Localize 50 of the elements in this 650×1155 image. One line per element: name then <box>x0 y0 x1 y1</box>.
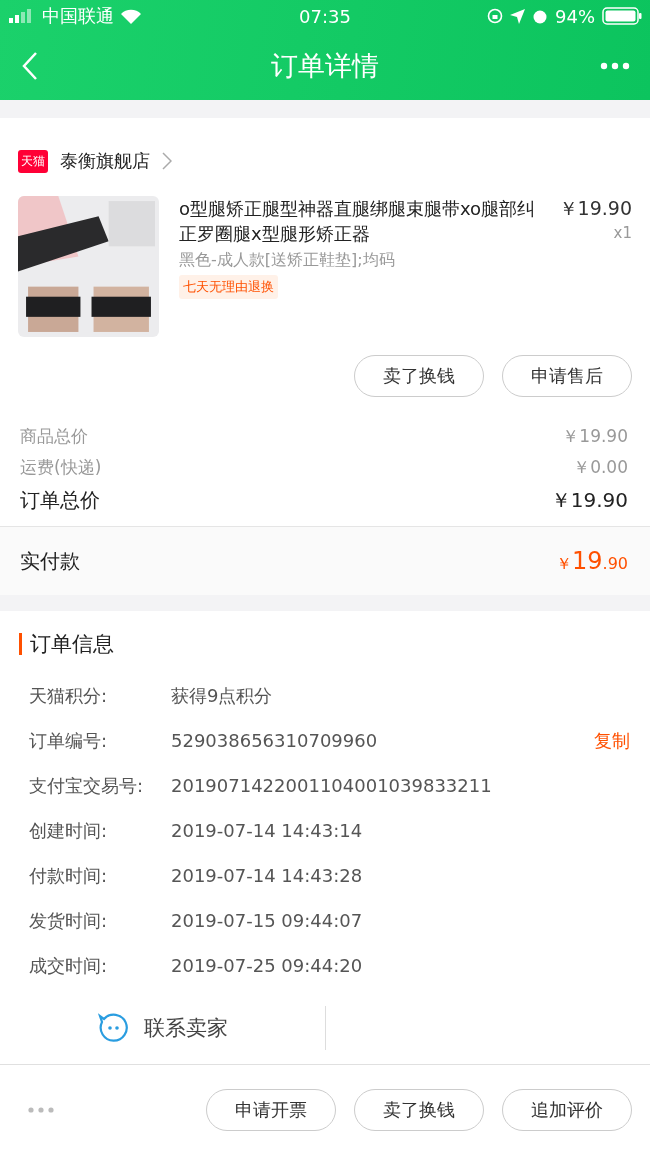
total-value: ￥0.00 <box>573 456 628 479</box>
shop-name: 泰衡旗舰店 <box>60 149 150 173</box>
store-badge: 天猫 <box>18 149 48 173</box>
paid-label: 实付款 <box>20 547 80 575</box>
paid-amount: ￥19.90 <box>556 547 628 575</box>
wifi-icon <box>121 8 141 24</box>
info-value: 2019-07-14 14:43:28 <box>171 865 364 886</box>
quantity: x1 <box>613 224 632 242</box>
total-value: ￥19.90 <box>550 487 628 514</box>
shop-row[interactable]: 天猫 泰衡旗舰店 <box>0 118 650 186</box>
chat-face-icon <box>97 1013 128 1043</box>
action-button[interactable]: 卖了换钱 <box>354 1089 484 1131</box>
action-button[interactable]: 卖了换钱 <box>354 355 484 397</box>
location-icon <box>510 8 525 24</box>
info-label: 发货时间: <box>29 908 109 933</box>
info-label: 天猫积分: <box>29 683 109 708</box>
battery-percent: 94% <box>555 5 595 27</box>
page-title: 订单详情 <box>271 49 379 83</box>
section-title: 订单信息 <box>30 631 114 658</box>
back-icon[interactable] <box>22 51 38 81</box>
chevron-icon <box>162 152 172 170</box>
unit-price: ￥19.90 <box>558 196 632 221</box>
rotation-lock-icon <box>487 8 503 24</box>
info-value: 2019-07-15 09:44:07 <box>171 910 364 931</box>
total-label: 商品总价 <box>20 425 88 448</box>
contact-seller-button[interactable]: 联系卖家 <box>0 1013 325 1043</box>
info-label: 创建时间: <box>29 818 109 843</box>
info-label: 成交时间: <box>29 953 109 978</box>
return-tag: 七天无理由退换 <box>179 275 278 299</box>
action-button[interactable]: 追加评价 <box>502 1089 632 1131</box>
carrier-name: 中国联通 <box>42 4 114 28</box>
product-title[interactable]: o型腿矫正腿型神器直腿绑腿束腿带xo腿部纠正罗圈腿x型腿形矫正器 <box>179 196 549 246</box>
action-button[interactable]: 申请开票 <box>206 1089 336 1131</box>
total-label: 订单总价 <box>20 487 100 514</box>
info-value: 2019-07-14 14:43:14 <box>171 820 364 841</box>
total-value: ￥19.90 <box>562 425 628 448</box>
action-button[interactable]: 申请售后 <box>502 355 632 397</box>
info-label: 支付宝交易号: <box>29 773 145 798</box>
info-value: 2019071422001104001039833211 <box>171 775 493 796</box>
info-value: 获得9点积分 <box>171 683 274 708</box>
info-label: 付款时间: <box>29 863 109 888</box>
more-icon[interactable] <box>600 62 630 70</box>
battery-icon <box>602 7 642 25</box>
info-value: 2019-07-25 09:44:20 <box>171 955 364 976</box>
info-value: 529038656310709960 <box>171 730 379 751</box>
info-label: 订单编号: <box>29 728 109 753</box>
status-time: 07:35 <box>299 5 351 27</box>
more-icon[interactable] <box>28 1107 54 1113</box>
total-label: 运费(快递) <box>20 456 102 479</box>
sku-text: 黑色-成人款[送矫正鞋垫];均码 <box>179 250 395 271</box>
